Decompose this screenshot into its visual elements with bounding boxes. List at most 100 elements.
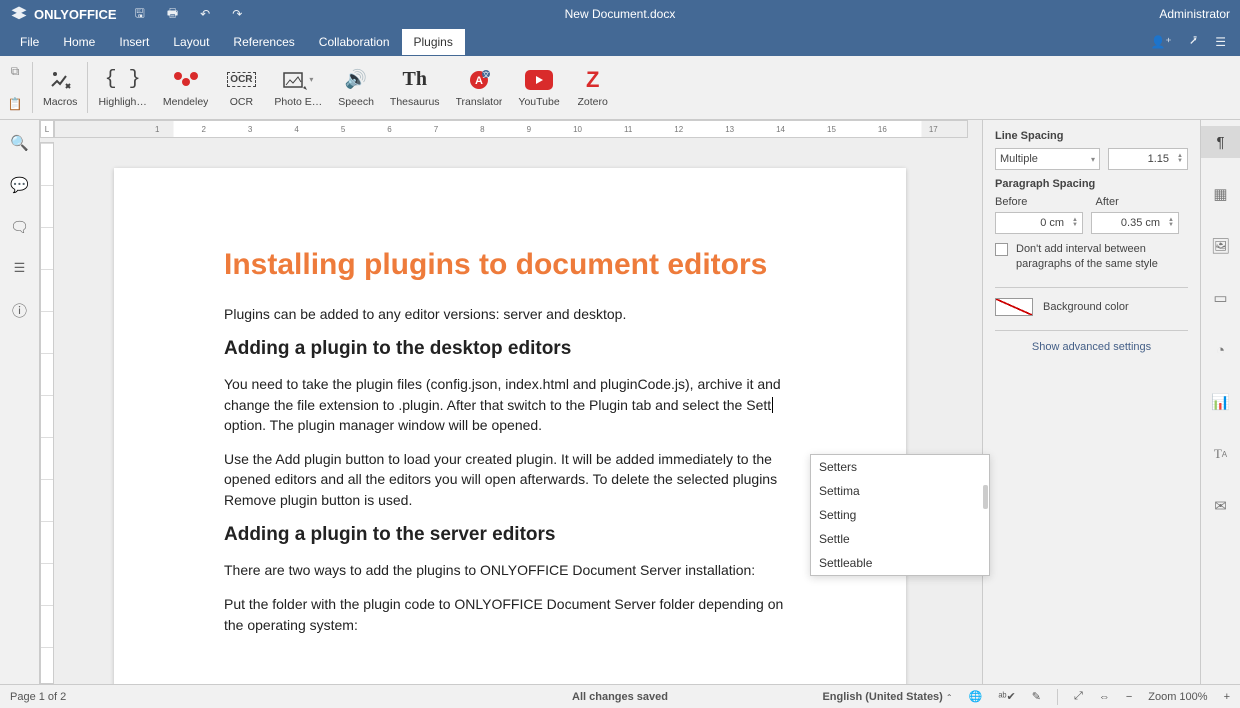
table-tab-icon[interactable]: ▦ <box>1201 178 1240 210</box>
document-title: New Document.docx <box>565 7 676 21</box>
doc-heading-2: Adding a plugin to the desktop editors <box>224 338 796 360</box>
open-location-icon[interactable]: ⭷ <box>1190 32 1197 53</box>
autocomplete-popup: SettersSettimaSettingSettleSettleable <box>810 454 990 576</box>
undo-icon[interactable]: ↶ <box>200 7 210 21</box>
same-style-label: Don't add interval between paragraphs of… <box>1016 242 1188 273</box>
plugin-macros[interactable]: Macros <box>35 56 85 119</box>
save-icon[interactable]: 🖫 <box>135 4 145 25</box>
fit-page-icon[interactable]: ⤢ <box>1074 690 1083 703</box>
paste-icon[interactable]: 📋 <box>8 97 23 111</box>
autocomplete-option[interactable]: Settleable <box>811 551 989 575</box>
hamburger-icon[interactable]: ☰ <box>1215 35 1226 49</box>
doc-paragraph: Plugins can be added to any editor versi… <box>224 304 796 324</box>
header-tab-icon[interactable]: ▭ <box>1201 282 1240 314</box>
menu-home[interactable]: Home <box>51 29 107 55</box>
menu-plugins[interactable]: Plugins <box>402 29 465 55</box>
shape-tab-icon[interactable]: ◔ <box>1201 334 1240 366</box>
doc-paragraph: You need to take the plugin files (confi… <box>224 374 796 435</box>
current-user[interactable]: Administrator <box>1159 7 1230 21</box>
track-changes-icon[interactable]: ✎ <box>1032 690 1041 703</box>
plugin-speech[interactable]: 🔊 Speech <box>330 56 382 119</box>
spacing-before-input[interactable]: 0 cm▲▼ <box>995 212 1083 234</box>
logo-icon <box>10 5 28 23</box>
feedback-icon[interactable]: ⓘ <box>12 300 27 321</box>
language-selector[interactable]: English (United States) ⌃ <box>822 691 952 703</box>
zoom-out-icon[interactable]: − <box>1126 691 1132 703</box>
zotero-icon: Z <box>586 67 599 93</box>
translator-icon: A文 <box>467 68 491 92</box>
plugin-photo-editor[interactable]: ▾ Photo E… <box>266 56 330 119</box>
document-page[interactable]: Installing plugins to document editors P… <box>114 168 906 684</box>
mendeley-icon <box>172 70 200 90</box>
plugin-highlight[interactable]: { } Highligh… <box>90 56 154 119</box>
document-area[interactable]: L 1234567891011121314151617 Installing p… <box>40 120 982 684</box>
set-language-icon[interactable]: 🌐 <box>969 690 983 703</box>
speech-icon: 🔊 <box>345 69 367 90</box>
title-bar: ONLYOFFICE 🖫 🖶 ↶ ↷ New Document.docx Adm… <box>0 0 1240 28</box>
spacing-after-input[interactable]: 0.35 cm▲▼ <box>1091 212 1179 234</box>
ocr-icon: OCR <box>227 72 255 87</box>
plugin-translator[interactable]: A文 Translator <box>448 56 511 119</box>
menu-references[interactable]: References <box>221 29 306 55</box>
share-icon[interactable]: 👤⁺ <box>1150 35 1171 49</box>
vertical-scrollbar[interactable] <box>968 120 982 684</box>
search-icon[interactable]: 🔍 <box>10 134 29 152</box>
zoom-in-icon[interactable]: + <box>1224 691 1230 703</box>
plugin-zotero[interactable]: Z Zotero <box>568 56 618 119</box>
zoom-value[interactable]: Zoom 100% <box>1148 691 1207 703</box>
plugin-youtube[interactable]: YouTube <box>510 56 567 119</box>
plugin-ocr[interactable]: OCR OCR <box>216 56 266 119</box>
chart-tab-icon[interactable]: 📊 <box>1201 386 1240 418</box>
redo-icon[interactable]: ↷ <box>232 7 242 21</box>
photo-editor-icon <box>283 70 307 90</box>
advanced-settings-link[interactable]: Show advanced settings <box>995 330 1188 353</box>
menu-layout[interactable]: Layout <box>161 29 221 55</box>
vertical-ruler[interactable] <box>40 142 54 684</box>
menu-collaboration[interactable]: Collaboration <box>307 29 402 55</box>
mailmerge-tab-icon[interactable]: ✉ <box>1201 490 1240 522</box>
highlight-icon: { } <box>105 68 141 91</box>
doc-heading-2: Adding a plugin to the server editors <box>224 524 796 546</box>
paragraph-tab-icon[interactable]: ¶ <box>1201 126 1240 158</box>
doc-paragraph: There are two ways to add the plugins to… <box>224 560 796 580</box>
same-style-checkbox[interactable]: Don't add interval between paragraphs of… <box>995 242 1188 273</box>
plugin-thesaurus[interactable]: Th Thesaurus <box>382 56 448 119</box>
comments-icon[interactable]: 💬 <box>10 176 29 194</box>
ruler-corner: L <box>40 120 54 138</box>
textart-tab-icon[interactable]: TA <box>1201 438 1240 470</box>
line-spacing-value[interactable]: 1.15▲▼ <box>1108 148 1188 170</box>
autocomplete-option[interactable]: Setters <box>811 455 989 479</box>
image-tab-icon[interactable]: 🖼 <box>1201 230 1240 262</box>
app-logo: ONLYOFFICE <box>10 5 117 23</box>
copy-icon[interactable]: ⧉ <box>11 64 20 79</box>
paragraph-spacing-label: Paragraph Spacing <box>995 178 1188 190</box>
plugins-toolbar: ⧉ 📋 Macros { } Highligh… Mendeley OCR OC… <box>0 56 1240 120</box>
fit-width-icon[interactable]: ⇔ <box>1099 691 1110 703</box>
chevron-down-icon: ▾ <box>1091 155 1095 164</box>
chat-icon[interactable]: 🗨 <box>10 218 29 236</box>
svg-text:文: 文 <box>482 70 489 79</box>
macros-icon <box>48 68 72 92</box>
autocomplete-option[interactable]: Setting <box>811 503 989 527</box>
menu-file[interactable]: File <box>8 29 51 55</box>
menu-insert[interactable]: Insert <box>107 29 161 55</box>
status-bar: Page 1 of 2 All changes saved English (U… <box>0 684 1240 708</box>
autocomplete-option[interactable]: Settle <box>811 527 989 551</box>
logo-text: ONLYOFFICE <box>34 7 117 22</box>
right-sidebar: ¶ ▦ 🖼 ▭ ◔ 📊 TA ✉ <box>1200 120 1240 684</box>
spellcheck-icon[interactable]: ᵃᵇ✔ <box>998 690 1015 703</box>
print-icon[interactable]: 🖶 <box>167 4 178 25</box>
save-status: All changes saved <box>572 691 668 703</box>
left-sidebar: 🔍 💬 🗨 ☰ ⓘ <box>0 120 40 684</box>
background-color-swatch[interactable] <box>995 298 1033 316</box>
autocomplete-option[interactable]: Settima <box>811 479 989 503</box>
plugin-mendeley[interactable]: Mendeley <box>155 56 217 119</box>
paragraph-panel: Line Spacing Multiple▾ 1.15▲▼ Paragraph … <box>982 120 1200 684</box>
page-count[interactable]: Page 1 of 2 <box>10 691 66 703</box>
autocomplete-scrollbar[interactable] <box>983 485 988 509</box>
navigation-icon[interactable]: ☰ <box>14 260 26 276</box>
background-color-label: Background color <box>1043 301 1129 313</box>
line-spacing-mode[interactable]: Multiple▾ <box>995 148 1100 170</box>
horizontal-ruler[interactable]: 1234567891011121314151617 <box>54 120 968 138</box>
line-spacing-label: Line Spacing <box>995 130 1188 142</box>
